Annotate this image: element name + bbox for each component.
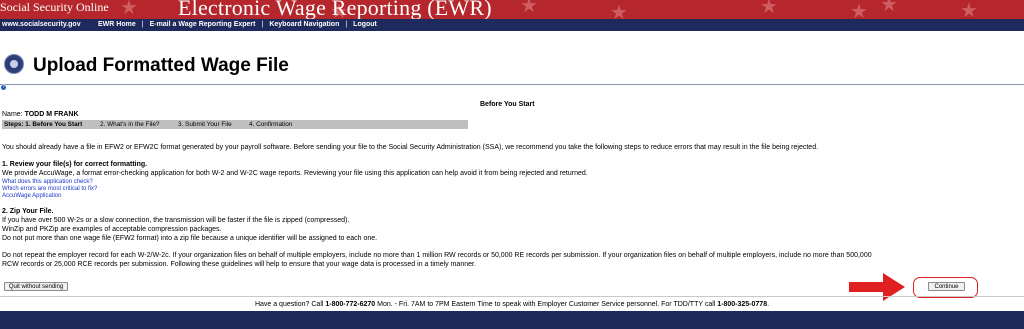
nav-link-email-expert[interactable]: E-mail a Wage Reporting Expert (150, 21, 256, 28)
user-name-line: Name: TODD M FRANK (2, 111, 79, 118)
nav-bar: www.socialsecurity.gov EWR Home | E-mail a… (0, 19, 1024, 31)
app-title: Electronic Wage Reporting (EWR) (178, 0, 492, 19)
ssa-seal-icon (4, 54, 24, 74)
section-heading: Before You Start (480, 101, 535, 108)
continue-button[interactable]: Continue (928, 282, 965, 291)
footer-bar (0, 311, 1024, 329)
user-name: TODD M FRANK (24, 111, 79, 118)
footer-divider (0, 296, 1024, 297)
name-label: Name: (2, 111, 23, 118)
site-name: Social Security Online (0, 0, 109, 14)
link-critical-errors[interactable]: Which errors are most critical to fix? (2, 186, 97, 193)
review-heading: 1. Review your file(s) for correct forma… (2, 161, 148, 168)
footer-tty: 1-800-325-0778 (717, 301, 768, 308)
zip-line: Do not put more than one wage file (EFW2… (2, 235, 378, 242)
footer-contact-text: Have a question? Call 1-800-772-6270 Mon… (0, 300, 1024, 309)
star-decoration: ★ (880, 0, 898, 16)
step-4: 4. Confirmation (249, 121, 293, 128)
quit-without-sending-button[interactable]: Quit without sending (4, 282, 68, 291)
nav-link-keyboard-navigation[interactable]: Keyboard Navigation (269, 21, 339, 28)
repeat-record-line: RCW records or 25,000 RCE records per su… (2, 261, 476, 268)
nav-separator: | (141, 21, 144, 28)
star-decoration: ★ (850, 1, 868, 19)
nav-separator: | (345, 21, 348, 28)
star-decoration: ★ (520, 0, 538, 17)
link-accuwage-application[interactable]: AccuWage Application (2, 193, 61, 200)
seal-center (10, 60, 18, 68)
page-title: Upload Formatted Wage File (33, 55, 289, 76)
star-decoration: ★ (760, 0, 778, 18)
step-3: 3. Submit Your File (178, 121, 232, 128)
nav-separator: | (261, 21, 264, 28)
footer-prefix: Have a question? Call (254, 301, 326, 308)
nav-links: EWR Home | E-mail a Wage Reporting Expert |… (98, 19, 377, 31)
step-1: Steps: 1. Before You Start (4, 121, 83, 128)
review-text: We provide AccuWage, a format error-chec… (2, 170, 588, 177)
step-2: 2. What's in the File? (100, 121, 160, 128)
nav-link-ewr-home[interactable]: EWR Home (98, 21, 136, 28)
star-decoration: ★ (960, 0, 978, 19)
footer-middle: Mon. - Fri. 7AM to 7PM Eastern Time to s… (375, 301, 718, 308)
help-icon[interactable]: ? (1, 85, 6, 90)
zip-heading: 2. Zip Your File. (2, 208, 54, 215)
zip-line: WinZip and PKZip are examples of accepta… (2, 226, 222, 233)
zip-line: If you have over 500 W-2s or a slow conn… (2, 217, 350, 224)
link-what-does-app-check[interactable]: What does this application check? (2, 179, 93, 186)
site-url: www.socialsecurity.gov (2, 21, 81, 28)
star-decoration: ★ (610, 2, 628, 19)
title-divider (0, 84, 1024, 85)
steps-bar: Steps: 1. Before You Start 2. What's in … (2, 120, 468, 129)
footer-phone: 1-800-772-6270 (325, 301, 376, 308)
star-decoration: ★ (120, 0, 138, 19)
repeat-record-line: Do not repeat the employer record for ea… (2, 252, 872, 259)
intro-text: You should already have a file in EFW2 o… (2, 144, 819, 151)
nav-link-logout[interactable]: Logout (353, 21, 377, 28)
site-header: ★ ★ ★ ★ ★ ★ ★ ★ Social Security Online E… (0, 0, 1024, 19)
footer-suffix: . (767, 301, 770, 308)
